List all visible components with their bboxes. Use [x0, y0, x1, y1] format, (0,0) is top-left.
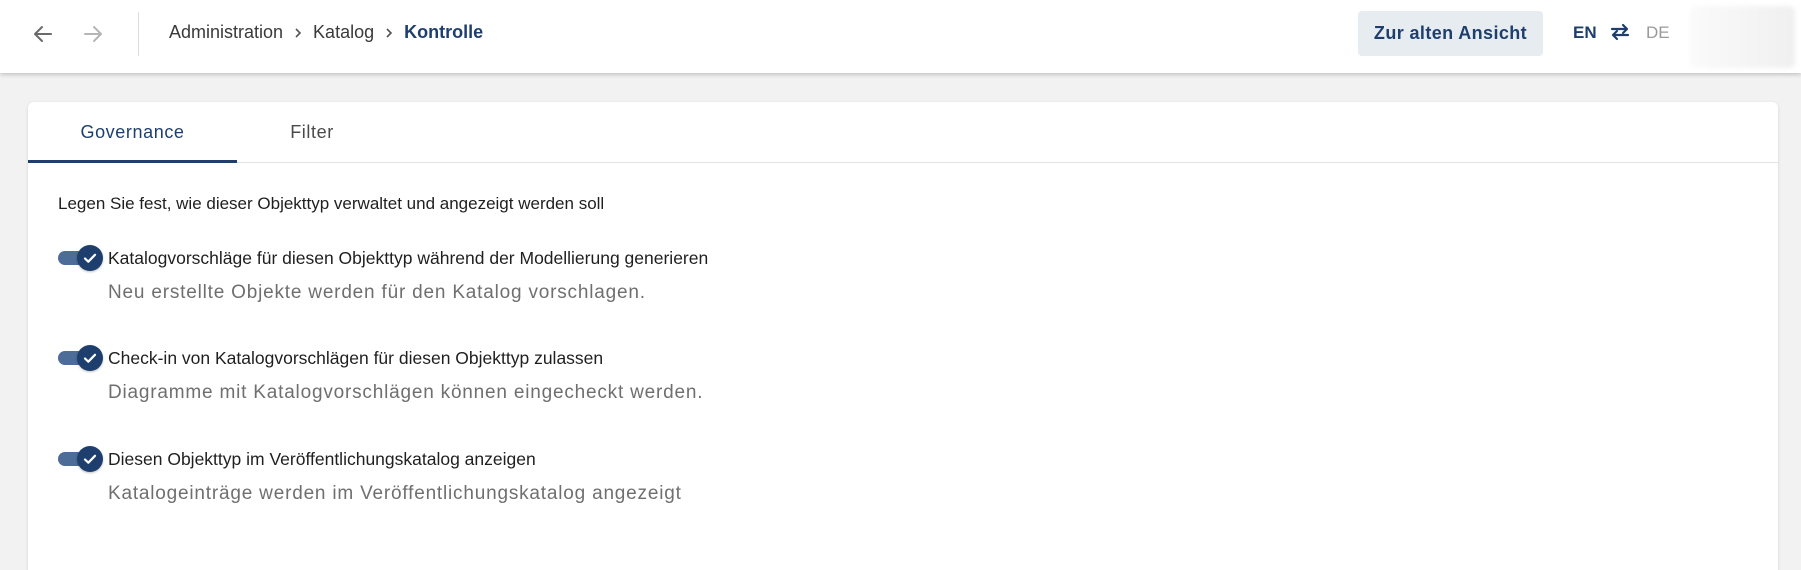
- check-icon: [83, 454, 97, 464]
- forward-button[interactable]: [73, 14, 113, 54]
- setting-label: Katalogvorschläge für diesen Objekttyp w…: [108, 248, 709, 268]
- check-icon: [83, 253, 97, 263]
- setting-description: Katalogeinträge werden im Veröffentlichu…: [108, 483, 682, 504]
- toggle-knob: [77, 446, 103, 472]
- toggle-knob: [77, 345, 103, 371]
- nav-divider: [138, 12, 139, 56]
- swap-arrows-icon[interactable]: [1609, 23, 1631, 46]
- catalog-suggestions-toggle[interactable]: [58, 244, 104, 272]
- chevron-right-icon: [384, 27, 394, 39]
- section-intro: Legen Sie fest, wie dieser Objekttyp ver…: [58, 194, 605, 213]
- breadcrumb-katalog[interactable]: Katalog: [313, 22, 374, 43]
- breadcrumb-kontrolle: Kontrolle: [404, 22, 484, 42]
- tab-filter[interactable]: Filter: [237, 102, 387, 163]
- chevron-right-icon: [293, 27, 303, 39]
- check-in-toggle[interactable]: [58, 344, 104, 372]
- tab-bar: Governance Filter: [28, 102, 1778, 163]
- check-icon: [83, 353, 97, 363]
- settings-card: Governance Filter Legen Sie fest, wie di…: [28, 102, 1778, 570]
- setting-label: Diesen Objekttyp im Veröffentlichungskat…: [108, 449, 536, 469]
- arrow-left-icon: [34, 26, 52, 42]
- publication-catalog-toggle[interactable]: [58, 445, 104, 473]
- setting-label: Check-in von Katalogvorschlägen für dies…: [108, 348, 604, 368]
- tab-governance[interactable]: Governance: [28, 102, 237, 163]
- setting-description: Neu erstellte Objekte werden für den Kat…: [108, 282, 646, 303]
- user-profile-area[interactable]: [1690, 6, 1795, 68]
- toggle-knob: [77, 245, 103, 271]
- old-view-button[interactable]: Zur alten Ansicht: [1358, 11, 1543, 56]
- back-button[interactable]: [23, 14, 63, 54]
- breadcrumb: Administration Katalog Kontrolle: [169, 22, 483, 43]
- language-de[interactable]: DE: [1646, 23, 1670, 43]
- top-bar: Administration Katalog Kontrolle Zur alt…: [0, 0, 1801, 73]
- language-en[interactable]: EN: [1573, 23, 1597, 43]
- setting-description: Diagramme mit Katalogvorschlägen können …: [108, 382, 704, 403]
- arrow-right-icon: [84, 26, 102, 42]
- breadcrumb-administration[interactable]: Administration: [169, 22, 283, 43]
- active-tab-indicator: [28, 160, 237, 163]
